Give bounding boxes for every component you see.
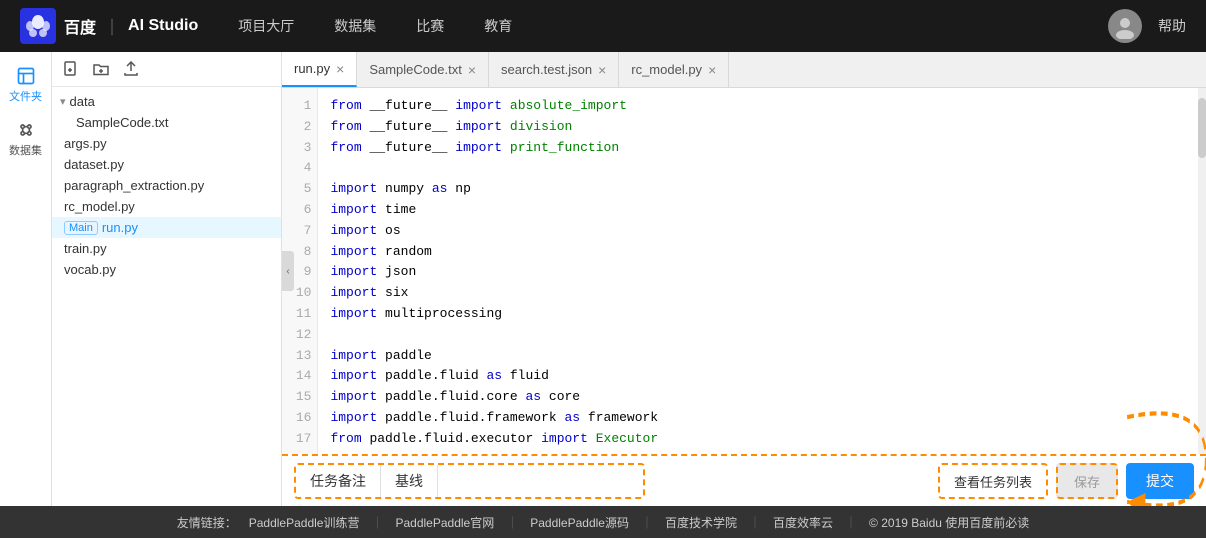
help-link[interactable]: 帮助 [1158,16,1186,36]
file-run[interactable]: Main run.py [52,217,281,238]
sidebar-icon-panel: 文件夹 数据集 [0,52,52,506]
file-tree-toolbar [52,52,281,87]
nav-item-projects[interactable]: 项目大厅 [238,12,294,40]
task-notes-input[interactable] [438,465,643,497]
view-tasks-label: 查看任务列表 [954,472,1032,491]
nav-item-education[interactable]: 教育 [484,12,512,40]
scrollbar-thumb[interactable] [1198,98,1206,158]
tab-samplecode-label: SampleCode.txt [369,62,462,77]
baidu-icon [20,8,56,44]
nav-menu: 项目大厅 数据集 比赛 教育 [238,12,1108,40]
file-samplecode[interactable]: SampleCode.txt [52,112,281,133]
avatar[interactable] [1108,9,1142,43]
folder-data[interactable]: ▾ data [52,91,281,112]
code-content[interactable]: from __future__ import absolute_import f… [318,88,1206,454]
footer: 友情链接： PaddlePaddle训练营 ｜ PaddlePaddle官网 ｜… [0,506,1206,538]
tab-rc-model-label: rc_model.py [631,62,702,77]
file-vocab[interactable]: vocab.py [52,259,281,280]
task-tab-notes[interactable]: 任务备注 [296,465,381,497]
tab-rc-model[interactable]: rc_model.py × [619,52,729,87]
collapse-handle[interactable]: ‹ [282,251,294,291]
file-rc-model[interactable]: rc_model.py [52,196,281,217]
file-train-label: train.py [64,241,107,256]
new-folder-button[interactable] [90,58,112,80]
task-input-zone: 任务备注 基线 [294,463,645,499]
tab-rc-model-close[interactable]: × [708,63,716,77]
main-area: 文件夹 数据集 [0,52,1206,506]
file-run-label: run.py [102,220,138,235]
submit-label: 提交 [1146,471,1174,491]
file-dataset-label: dataset.py [64,157,124,172]
save-button[interactable]: 保存 [1056,463,1118,499]
sidebar-item-files[interactable]: 文件夹 [6,60,46,110]
dataset-label: 数据集 [9,142,42,158]
tab-search-test-label: search.test.json [501,62,592,77]
tab-run-py-close[interactable]: × [336,62,344,76]
tab-run-py[interactable]: run.py × [282,52,357,87]
code-editor-wrap: ‹ 1234567891011121314151617181920▸212223… [282,88,1206,454]
footer-link-3[interactable]: PaddlePaddle源码 [530,514,629,531]
tab-samplecode-close[interactable]: × [468,63,476,77]
folder-data-label: data [70,94,95,109]
top-navbar: 百度 ｜ AI Studio 项目大厅 数据集 比赛 教育 帮助 [0,0,1206,52]
new-file-button[interactable] [60,58,82,80]
bottom-right-zone: 查看任务列表 保存 提交 [938,463,1194,499]
footer-link-1[interactable]: PaddlePaddle训练营 [249,514,360,531]
bottom-action-area: 任务备注 基线 查看任务列表 保存 提交 [282,454,1206,506]
footer-link-5[interactable]: 百度效率云 [773,514,833,531]
upload-button[interactable] [120,58,142,80]
file-paragraph[interactable]: paragraph_extraction.py [52,175,281,196]
tab-samplecode[interactable]: SampleCode.txt × [357,52,489,87]
main-badge: Main [64,221,98,235]
code-editor[interactable]: 1234567891011121314151617181920▸21222324… [282,88,1206,454]
task-tab-baseline[interactable]: 基线 [381,465,438,497]
save-label: 保存 [1074,472,1100,491]
submit-button[interactable]: 提交 [1126,463,1194,499]
task-tab-baseline-label: 基线 [395,471,423,491]
file-samplecode-label: SampleCode.txt [76,115,169,130]
logo: 百度 ｜ AI Studio [20,8,198,44]
nav-right: 帮助 [1108,9,1186,43]
footer-copyright: © 2019 Baidu 使用百度前必读 [869,514,1029,531]
footer-link-4[interactable]: 百度技术学院 [665,514,737,531]
editor-tabs: run.py × SampleCode.txt × search.test.js… [282,52,1206,88]
task-tab-notes-label: 任务备注 [310,471,366,491]
file-train[interactable]: train.py [52,238,281,259]
file-args-label: args.py [64,136,107,151]
editor-area: run.py × SampleCode.txt × search.test.js… [282,52,1206,506]
tab-search-test[interactable]: search.test.json × [489,52,619,87]
files-label: 文件夹 [9,88,42,104]
scrollbar-track[interactable] [1198,88,1206,454]
view-tasks-button[interactable]: 查看任务列表 [938,463,1048,499]
sidebar-item-dataset[interactable]: 数据集 [6,114,46,164]
file-tree-panel: ▾ data SampleCode.txt args.py dataset.py… [52,52,282,506]
file-paragraph-label: paragraph_extraction.py [64,178,204,193]
tab-search-test-close[interactable]: × [598,63,606,77]
tab-run-py-label: run.py [294,61,330,76]
nav-item-competition[interactable]: 比赛 [416,12,444,40]
footer-link-2[interactable]: PaddlePaddle官网 [395,514,494,531]
footer-prefix: 友情链接： [177,514,237,531]
file-rc-model-label: rc_model.py [64,199,135,214]
baidu-text: 百度 [64,14,96,38]
file-dataset[interactable]: dataset.py [52,154,281,175]
studio-text: AI Studio [128,17,198,35]
file-vocab-label: vocab.py [64,262,116,277]
file-args[interactable]: args.py [52,133,281,154]
nav-item-datasets[interactable]: 数据集 [334,12,376,40]
file-tree-content: ▾ data SampleCode.txt args.py dataset.py… [52,87,281,506]
